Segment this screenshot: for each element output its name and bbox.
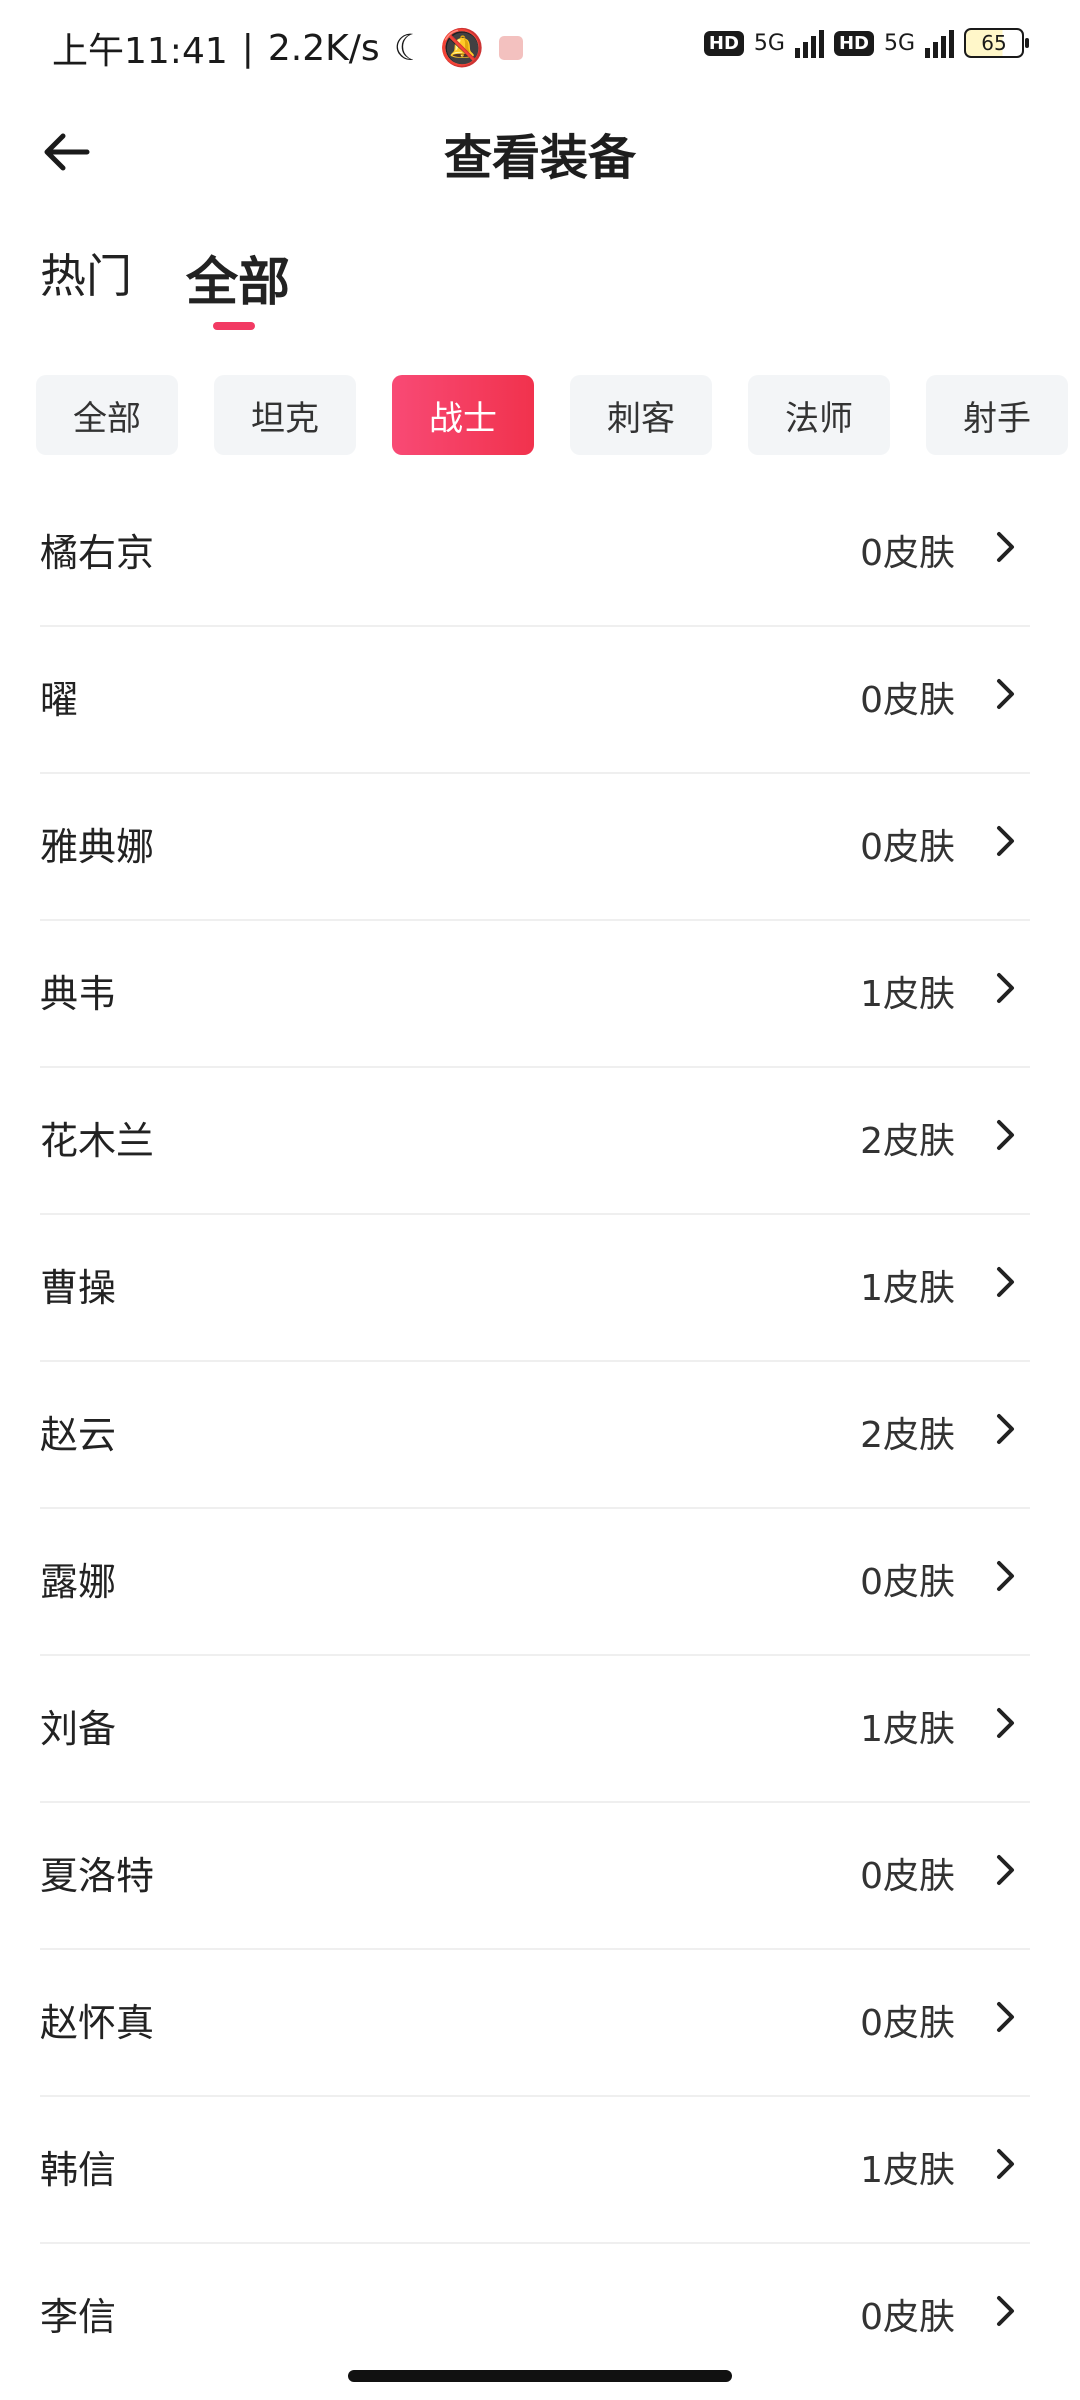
- hero-name: 曜: [40, 678, 79, 722]
- skin-count: 0皮肤: [860, 1856, 955, 1897]
- hero-name: 雅典娜: [40, 825, 155, 869]
- chevron-right-icon: [997, 826, 1014, 856]
- role-filter: 全部 坦克 战士 刺客 法师 射手: [36, 375, 1080, 455]
- chevron-right-icon: [997, 1561, 1014, 1591]
- chevron-right-icon: [997, 679, 1014, 709]
- chevron-right-icon: [997, 973, 1014, 1003]
- skin-count: 0皮肤: [860, 2297, 955, 2338]
- hero-name: 夏洛特: [40, 1854, 155, 1898]
- list-item[interactable]: 赵怀真 0皮肤: [40, 1950, 1030, 2097]
- list-item[interactable]: 夏洛特 0皮肤: [40, 1803, 1030, 1950]
- list-item[interactable]: 橘右京 0皮肤: [40, 480, 1030, 627]
- list-item[interactable]: 李信 0皮肤: [40, 2244, 1030, 2389]
- chevron-right-icon: [997, 1855, 1014, 1885]
- hero-name: 李信: [40, 2295, 117, 2339]
- chevron-right-icon: [997, 2149, 1014, 2179]
- list-item[interactable]: 曹操 1皮肤: [40, 1215, 1030, 1362]
- network-type-1: 5G: [753, 30, 785, 56]
- list-item[interactable]: 典韦 1皮肤: [40, 921, 1030, 1068]
- chevron-right-icon: [997, 2296, 1014, 2326]
- skin-count: 1皮肤: [860, 1709, 955, 1750]
- chip-all[interactable]: 全部: [36, 375, 178, 455]
- chevron-right-icon: [997, 1414, 1014, 1444]
- list-item[interactable]: 曜 0皮肤: [40, 627, 1030, 774]
- battery-icon: 65: [964, 28, 1029, 58]
- hero-name: 刘备: [40, 1707, 117, 1751]
- list-item[interactable]: 露娜 0皮肤: [40, 1509, 1030, 1656]
- hero-name: 露娜: [40, 1560, 117, 1604]
- hero-name: 韩信: [40, 2148, 117, 2192]
- tab-all[interactable]: 全部: [186, 240, 290, 315]
- list-item[interactable]: 韩信 1皮肤: [40, 2097, 1030, 2244]
- chevron-right-icon: [997, 1708, 1014, 1738]
- hero-name: 赵云: [40, 1413, 117, 1457]
- skin-count: 0皮肤: [860, 533, 955, 574]
- chip-tank[interactable]: 坦克: [214, 375, 356, 455]
- status-speed: 2.2K/s: [267, 27, 380, 69]
- hero-name: 典韦: [40, 972, 117, 1016]
- list-item[interactable]: 刘备 1皮肤: [40, 1656, 1030, 1803]
- hero-name: 花木兰: [40, 1119, 155, 1163]
- chevron-right-icon: [997, 1267, 1014, 1297]
- page-title: 查看装备: [443, 130, 636, 186]
- status-divider: |: [241, 27, 254, 69]
- skin-count: 1皮肤: [860, 2150, 955, 2191]
- bell-off-icon: 🔕: [439, 28, 485, 69]
- chevron-right-icon: [997, 1120, 1014, 1150]
- status-bar: 上午11:41 | 2.2K/s ☾ 🔕 HD 5G HD 5G 65: [0, 0, 1080, 100]
- network-type-2: 5G: [883, 30, 915, 56]
- chevron-right-icon: [997, 2002, 1014, 2032]
- skin-count: 1皮肤: [860, 1268, 955, 1309]
- skin-count: 2皮肤: [860, 1415, 955, 1456]
- skin-count: 2皮肤: [860, 1121, 955, 1162]
- chevron-right-icon: [997, 532, 1014, 562]
- top-bar: 查看装备: [0, 100, 1080, 196]
- skin-count: 0皮肤: [860, 680, 955, 721]
- status-time: 上午11:41: [52, 31, 228, 72]
- signal-icon: [925, 28, 954, 58]
- tab-indicator: [213, 322, 255, 330]
- tab-hot[interactable]: 热门: [40, 240, 132, 306]
- hero-list: 橘右京 0皮肤 曜 0皮肤 雅典娜 0皮肤 典韦 1皮肤 花木兰 2皮肤 曹操 …: [40, 480, 1030, 2389]
- status-left: 上午11:41 | 2.2K/s ☾ 🔕: [52, 22, 523, 74]
- skin-count: 1皮肤: [860, 974, 955, 1015]
- skin-count: 0皮肤: [860, 1562, 955, 1603]
- list-item[interactable]: 花木兰 2皮肤: [40, 1068, 1030, 1215]
- tab-bar: 热门 全部: [0, 230, 1080, 340]
- skin-count: 0皮肤: [860, 2003, 955, 2044]
- list-item[interactable]: 雅典娜 0皮肤: [40, 774, 1030, 921]
- home-indicator[interactable]: [348, 2370, 732, 2382]
- list-item[interactable]: 赵云 2皮肤: [40, 1362, 1030, 1509]
- sim2-hd-badge: HD: [833, 30, 874, 56]
- hero-name: 赵怀真: [40, 2001, 155, 2045]
- chip-marksman[interactable]: 射手: [926, 375, 1068, 455]
- signal-icon: [794, 28, 824, 58]
- weibo-icon: [498, 36, 523, 60]
- sim1-hd-badge: HD: [703, 30, 744, 56]
- chip-assassin[interactable]: 刺客: [570, 375, 712, 455]
- hero-name: 橘右京: [40, 531, 155, 575]
- moon-icon: ☾: [393, 27, 426, 69]
- skin-count: 0皮肤: [860, 827, 955, 868]
- hero-name: 曹操: [40, 1266, 117, 1310]
- status-right: HD 5G HD 5G 65: [703, 28, 1029, 58]
- chip-warrior[interactable]: 战士: [392, 375, 534, 455]
- chip-mage[interactable]: 法师: [748, 375, 890, 455]
